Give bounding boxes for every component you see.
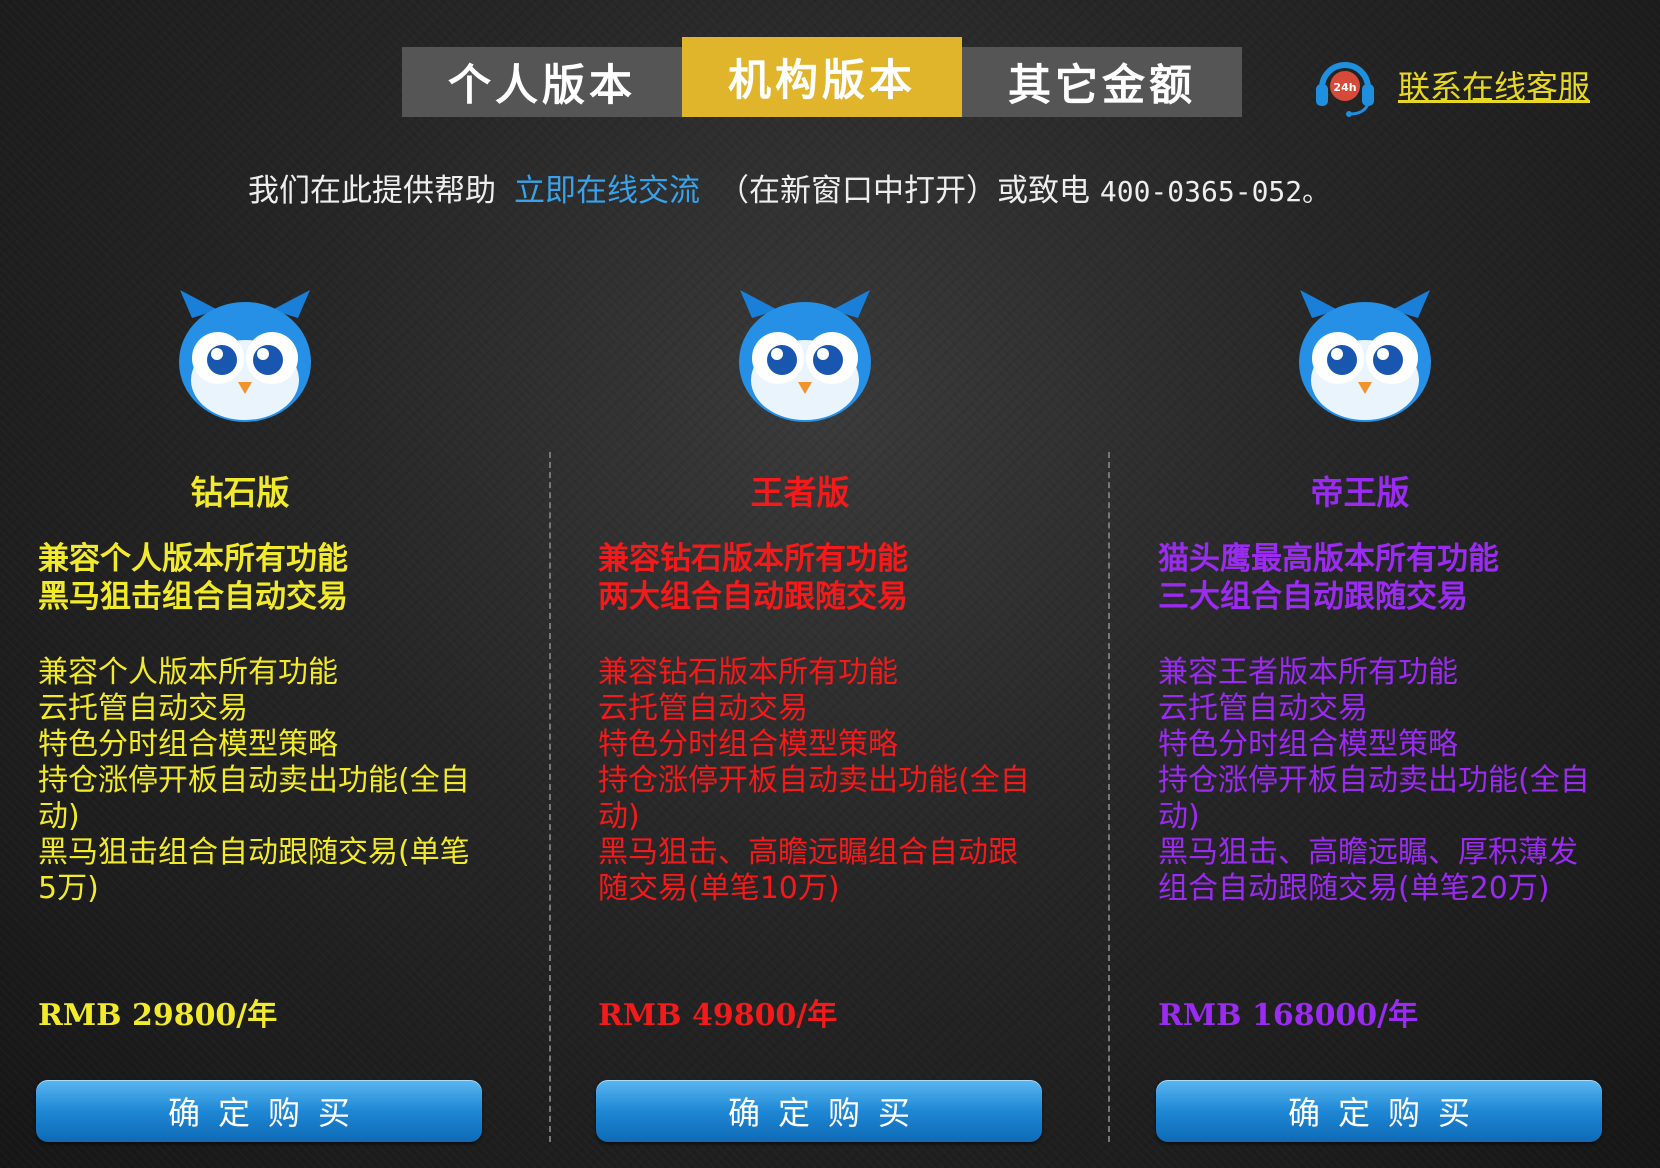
tab-personal[interactable]: 个人版本 bbox=[402, 47, 682, 117]
feature-list: 兼容王者版本所有功能 云托管自动交易 特色分时组合模型策略 持仓涨停开板自动卖出… bbox=[1158, 655, 1598, 907]
column-divider bbox=[549, 452, 551, 1142]
plan-headline-line: 兼容个人版本所有功能 bbox=[38, 541, 348, 577]
headset-24h-icon[interactable]: 24h bbox=[1312, 52, 1378, 118]
plan-title: 钻石版 bbox=[190, 473, 290, 512]
owl-mascot-icon bbox=[1299, 290, 1431, 422]
feature-item: 持仓涨停开板自动卖出功能(全自动) bbox=[1158, 763, 1590, 834]
chat-now-link[interactable]: 立即在线交流 bbox=[514, 173, 700, 209]
feature-item: 黑马狙击组合自动跟随交易(单笔5万) bbox=[38, 835, 470, 906]
plan-price: RMB 168000/年 bbox=[1158, 998, 1419, 1033]
support-area: 24h 联系在线客服 bbox=[1312, 52, 1590, 118]
plan-price: RMB 49800/年 bbox=[598, 998, 838, 1033]
feature-item: 持仓涨停开板自动卖出功能(全自动) bbox=[38, 763, 470, 834]
buy-button[interactable]: 确定购买 bbox=[1156, 1080, 1602, 1142]
feature-list: 兼容个人版本所有功能 云托管自动交易 特色分时组合模型策略 持仓涨停开板自动卖出… bbox=[38, 655, 478, 907]
phone-number: 400-0365-052。 bbox=[1099, 175, 1331, 208]
plan-headline: 猫头鹰最高版本所有功能 三大组合自动跟随交易 bbox=[1158, 540, 1638, 616]
feature-item: 兼容个人版本所有功能 bbox=[38, 655, 338, 690]
feature-item: 持仓涨停开板自动卖出功能(全自动) bbox=[598, 763, 1030, 834]
feature-item: 特色分时组合模型策略 bbox=[38, 727, 338, 762]
plan-card-king: 王者版 兼容钻石版本所有功能 两大组合自动跟随交易 兼容钻石版本所有功能 云托管… bbox=[560, 280, 1080, 1142]
plan-headline: 兼容钻石版本所有功能 两大组合自动跟随交易 bbox=[598, 540, 1078, 616]
feature-item: 云托管自动交易 bbox=[38, 691, 248, 726]
plan-headline-line: 猫头鹰最高版本所有功能 bbox=[1158, 541, 1499, 577]
plan-headline: 兼容个人版本所有功能 黑马狙击组合自动交易 bbox=[38, 540, 518, 616]
owl-mascot-icon bbox=[739, 290, 871, 422]
feature-item: 兼容王者版本所有功能 bbox=[1158, 655, 1458, 690]
plan-headline-line: 两大组合自动跟随交易 bbox=[598, 579, 908, 615]
tab-institution[interactable]: 机构版本 bbox=[682, 37, 962, 117]
feature-item: 云托管自动交易 bbox=[1158, 691, 1368, 726]
feature-item: 兼容钻石版本所有功能 bbox=[598, 655, 898, 690]
plan-title: 帝王版 bbox=[1310, 473, 1410, 512]
plan-headline-line: 黑马狙击组合自动交易 bbox=[38, 579, 348, 615]
feature-item: 黑马狙击、高瞻远瞩、厚积薄发组合自动跟随交易(单笔20万) bbox=[1158, 835, 1578, 906]
buy-button[interactable]: 确定购买 bbox=[596, 1080, 1042, 1142]
help-line: 我们在此提供帮助 立即在线交流 （在新窗口中打开）或致电 400-0365-052。 bbox=[248, 165, 1330, 210]
feature-item: 云托管自动交易 bbox=[598, 691, 808, 726]
plan-headline-line: 三大组合自动跟随交易 bbox=[1158, 579, 1468, 615]
plan-card-emperor: 帝王版 猫头鹰最高版本所有功能 三大组合自动跟随交易 兼容王者版本所有功能 云托… bbox=[1120, 280, 1640, 1142]
buy-button[interactable]: 确定购买 bbox=[36, 1080, 482, 1142]
owl-mascot-icon bbox=[179, 290, 311, 422]
column-divider bbox=[1108, 452, 1110, 1142]
plan-headline-line: 兼容钻石版本所有功能 bbox=[598, 541, 908, 577]
help-middle: （在新窗口中打开）或致电 bbox=[718, 173, 1090, 209]
version-tabs: 个人版本 机构版本 其它金额 bbox=[402, 37, 1242, 117]
plan-card-diamond: 钻石版 兼容个人版本所有功能 黑马狙击组合自动交易 兼容个人版本所有功能 云托管… bbox=[0, 280, 520, 1142]
headset-badge: 24h bbox=[1333, 81, 1356, 94]
plan-title: 王者版 bbox=[750, 473, 850, 512]
feature-item: 黑马狙击、高瞻远瞩组合自动跟随交易(单笔10万) bbox=[598, 835, 1018, 906]
contact-support-link[interactable]: 联系在线客服 bbox=[1398, 62, 1590, 108]
feature-item: 特色分时组合模型策略 bbox=[598, 727, 898, 762]
help-prefix: 我们在此提供帮助 bbox=[248, 173, 496, 209]
tab-other-amount[interactable]: 其它金额 bbox=[962, 47, 1242, 117]
feature-item: 特色分时组合模型策略 bbox=[1158, 727, 1458, 762]
plan-price: RMB 29800/年 bbox=[38, 998, 278, 1033]
feature-list: 兼容钻石版本所有功能 云托管自动交易 特色分时组合模型策略 持仓涨停开板自动卖出… bbox=[598, 655, 1038, 907]
